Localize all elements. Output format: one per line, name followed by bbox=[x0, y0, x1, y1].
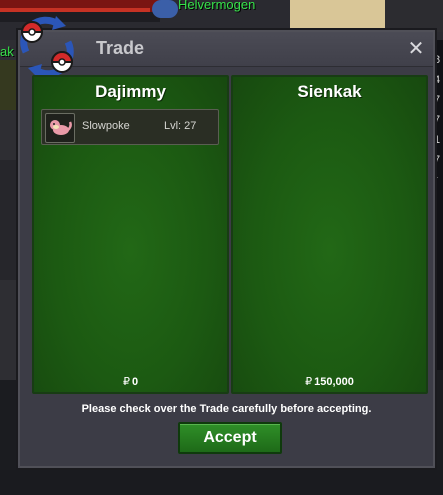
pokedollar-icon: ₽ bbox=[305, 376, 313, 388]
left-player-name: Dajimmy bbox=[95, 82, 166, 101]
slowpoke-icon bbox=[45, 113, 75, 143]
close-button[interactable]: ✕ bbox=[405, 37, 427, 59]
trade-item-slot[interactable]: Slowpoke Lvl: 27 bbox=[41, 109, 219, 145]
side-chat-line: 7 bbox=[434, 94, 441, 106]
accept-button[interactable]: Accept bbox=[178, 422, 282, 454]
game-world-left-wall bbox=[0, 160, 20, 280]
side-chat-numbers: 8 4 7 7 1 7 r bbox=[434, 50, 443, 190]
trade-panel-left: Dajimmy Slowpoke Lvl: 27 ₽0 bbox=[32, 75, 229, 394]
side-chat-line: 7 bbox=[434, 114, 441, 126]
game-world-bottom bbox=[0, 470, 443, 495]
game-tile-dark bbox=[385, 0, 443, 32]
game-tile-sand bbox=[290, 0, 390, 28]
trade-window: Trade ✕ Dajimmy Slowpoke Lvl: 27 ₽ 0 Sie… bbox=[18, 16, 435, 468]
right-money-amount: 150,000 bbox=[314, 376, 354, 388]
side-chat-line: 4 bbox=[434, 74, 441, 86]
side-chat-line: 8 bbox=[434, 54, 441, 66]
item-level: Lvl: 27 bbox=[164, 120, 197, 132]
item-name: Slowpoke bbox=[82, 120, 130, 132]
trade-notice: Please check over the Trade carefully be… bbox=[81, 403, 372, 415]
pokedollar-icon: ₽ bbox=[122, 376, 130, 388]
trade-panel-right: Sienkak ₽150,000 bbox=[231, 75, 428, 394]
trade-swap-icon bbox=[20, 16, 74, 78]
side-chat-line: r bbox=[434, 174, 438, 186]
right-player-name: Sienkak bbox=[297, 82, 362, 101]
left-money-amount: 0 bbox=[131, 376, 139, 388]
trade-title: Trade bbox=[96, 38, 145, 58]
close-icon: ✕ bbox=[407, 36, 425, 60]
player-sprite bbox=[152, 0, 178, 18]
side-chat-line: 7 bbox=[434, 154, 441, 166]
side-chat-line: 1 bbox=[434, 134, 441, 146]
slowpoke-sprite bbox=[50, 120, 72, 135]
right-money: ₽150,000 bbox=[233, 375, 426, 388]
overhead-player-name: Helvermogen bbox=[178, 0, 256, 12]
left-money: ₽0 bbox=[34, 375, 227, 388]
